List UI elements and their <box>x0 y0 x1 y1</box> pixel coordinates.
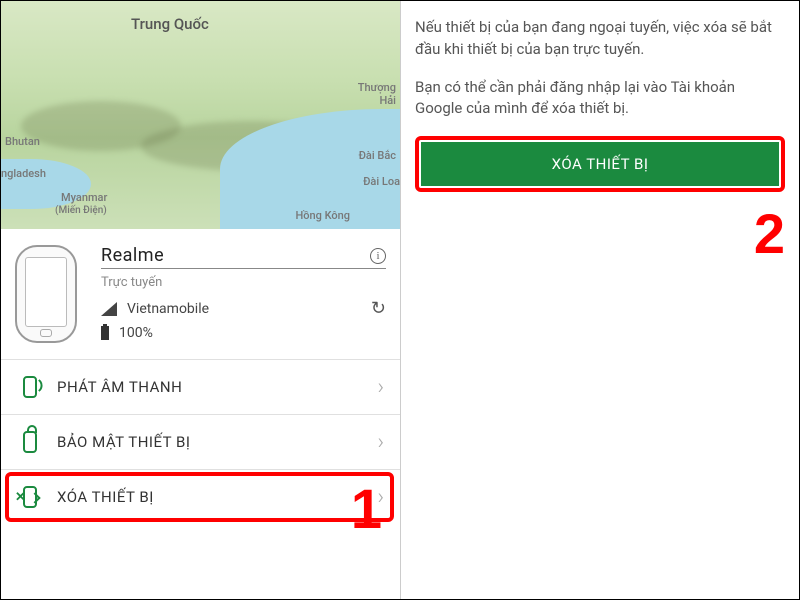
map-label-myanmar: Myanmar <box>61 191 107 204</box>
lock-icon <box>23 431 37 453</box>
map-label-taiwan: Đài Loa <box>363 175 400 188</box>
phone-icon <box>15 245 87 345</box>
map-label-taipei: Đài Bắc <box>359 149 396 162</box>
battery-icon <box>101 326 109 340</box>
erase-icon <box>23 486 37 508</box>
left-panel: Trung Quốc Bhutan ngladesh Myanmar (Miến… <box>1 1 401 599</box>
action-secure-device[interactable]: BẢO MẬT THIẾT BỊ › <box>1 415 400 470</box>
carrier-name: Vietnamobile <box>127 301 209 317</box>
map-label-china: Trung Quốc <box>131 15 209 33</box>
map-label-bhutan: Bhutan <box>5 135 40 148</box>
action-erase-device[interactable]: XÓA THIẾT BỊ › <box>1 470 400 524</box>
action-play-sound[interactable]: PHÁT ÂM THANH › <box>1 360 400 415</box>
annotation-step-2: 2 <box>754 201 785 266</box>
action-list: PHÁT ÂM THANH › BẢO MẬT THIẾT BỊ › XÓA T… <box>1 360 400 524</box>
map-label-shanghai: Thượng Hải <box>358 81 396 107</box>
annotation-step-1: 1 <box>351 476 382 541</box>
right-panel: Nếu thiết bị của bạn đang ngoại tuyến, v… <box>401 1 799 599</box>
erase-device-label: XÓA THIẾT BỊ <box>57 488 377 506</box>
play-sound-label: PHÁT ÂM THANH <box>57 378 377 396</box>
battery-level: 100% <box>119 325 153 341</box>
warning-paragraph-2: Bạn có thể cần phải đăng nhập lại vào Tà… <box>415 77 785 121</box>
info-icon[interactable]: i <box>370 248 386 264</box>
map-label-hongkong: Hồng Kông <box>295 209 350 222</box>
signal-icon <box>101 302 117 316</box>
refresh-icon[interactable]: ↻ <box>371 298 386 319</box>
map-label-bangladesh: ngladesh <box>1 167 46 180</box>
map-view[interactable]: Trung Quốc Bhutan ngladesh Myanmar (Miến… <box>1 1 400 229</box>
device-card: Realme i Trực tuyến Vietnamobile ↻ 100% <box>1 229 400 360</box>
chevron-right-icon: › <box>377 375 384 400</box>
erase-device-button[interactable]: XÓA THIẾT BỊ <box>421 142 779 186</box>
device-name: Realme <box>101 245 370 266</box>
device-status: Trực tuyến <box>101 275 386 290</box>
warning-paragraph-1: Nếu thiết bị của bạn đang ngoại tuyến, v… <box>415 17 785 61</box>
secure-device-label: BẢO MẬT THIẾT BỊ <box>57 433 377 451</box>
highlight-box-2: XÓA THIẾT BỊ <box>415 136 785 192</box>
map-label-miendien: (Miến Điện) <box>55 205 107 216</box>
chevron-right-icon: › <box>377 430 384 455</box>
speaker-icon <box>23 376 37 398</box>
